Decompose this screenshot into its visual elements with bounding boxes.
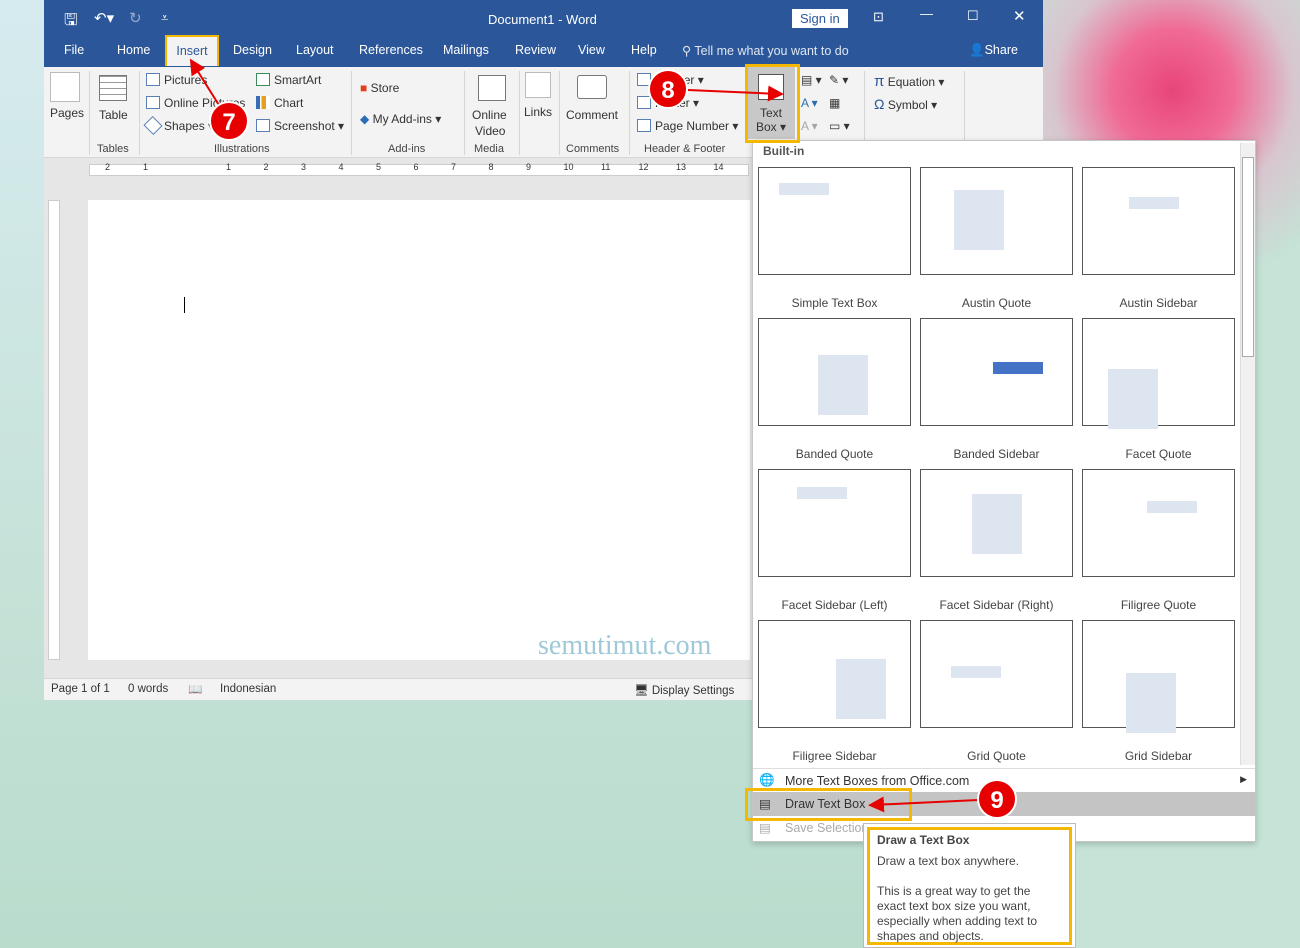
arrow-7 (189, 58, 223, 111)
step-7-badge: 7 (209, 101, 249, 141)
annotation-arrows (189, 58, 979, 813)
arrow-9 (868, 796, 979, 813)
arrow-8 (687, 85, 784, 102)
step-8-badge: 8 (648, 69, 688, 109)
step-9-badge: 9 (977, 779, 1017, 819)
